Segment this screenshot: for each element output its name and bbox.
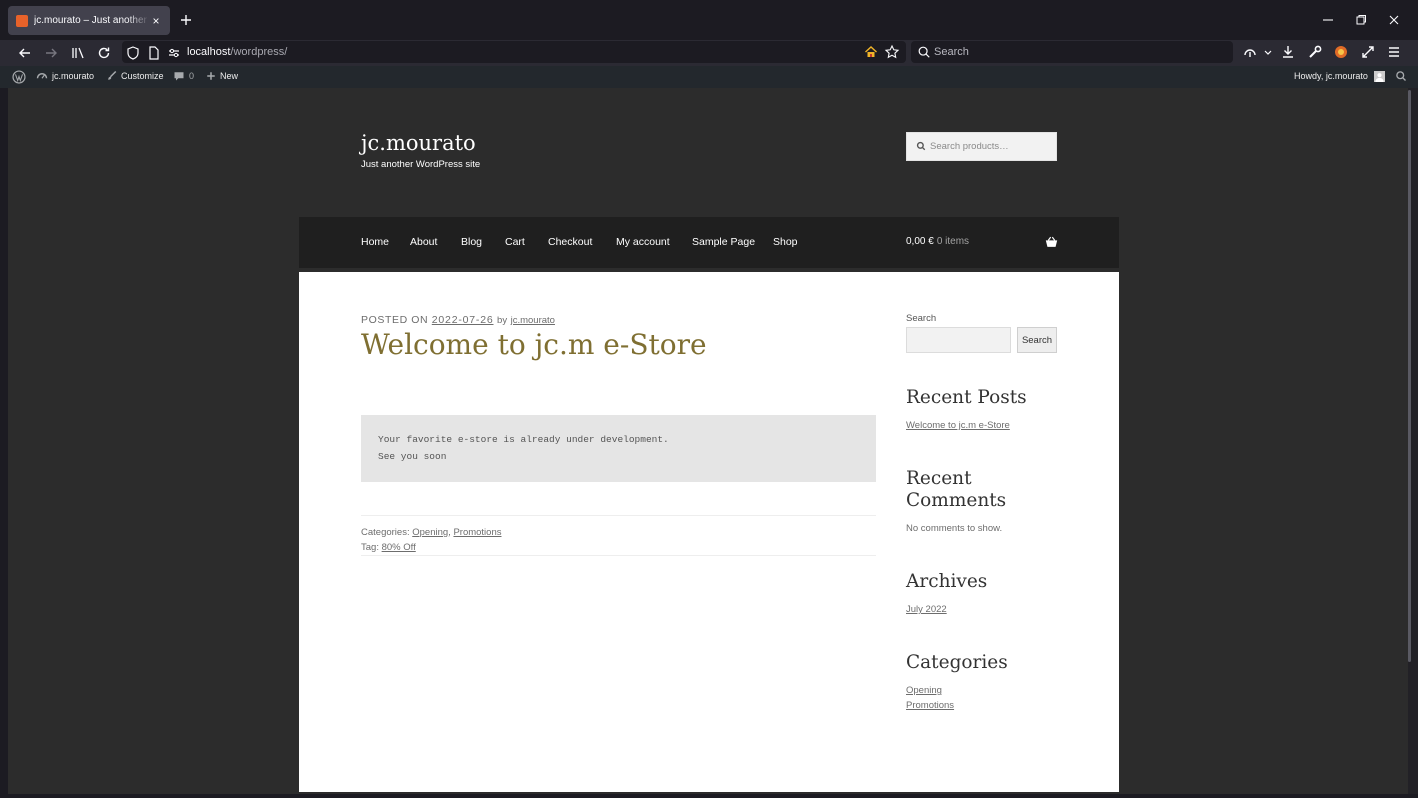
header-cart-link[interactable]: 0,00 €0 items (906, 236, 969, 247)
recent-post-link[interactable]: Welcome to jc.m e-Store (906, 420, 1010, 431)
menu-item-sample-page[interactable]: Sample Page (692, 236, 755, 248)
admin-howdy-user[interactable]: Howdy, jc.mourato (1294, 71, 1368, 81)
tab-close-icon[interactable]: × (150, 15, 162, 27)
sync-account-icon[interactable] (1242, 44, 1258, 60)
site-favicon-icon (16, 14, 28, 27)
fullscreen-icon[interactable] (1360, 44, 1376, 60)
post-by-label: by (497, 315, 508, 326)
post-author-link[interactable]: jc.mourato (511, 315, 555, 326)
home-icon[interactable] (863, 44, 879, 60)
cart-count: 0 items (936, 236, 970, 247)
tracking-shield-icon[interactable] (125, 45, 141, 61)
category-link[interactable]: Promotions (453, 527, 501, 538)
post-title[interactable]: Welcome to jc.m e-Store (361, 328, 707, 361)
tag-link[interactable]: 80% Off (382, 542, 416, 553)
reload-icon[interactable] (96, 45, 112, 61)
admin-customize-link[interactable]: Customize (121, 71, 164, 81)
admin-search-icon[interactable] (1395, 70, 1408, 83)
close-window-icon[interactable] (1386, 12, 1402, 28)
cart-amount: 0,00 € (906, 236, 934, 247)
url-text: localhost/wordpress/ (187, 46, 288, 58)
sidebar-search-input[interactable] (906, 327, 1011, 353)
menu-item-cart[interactable]: Cart (505, 236, 525, 248)
divider (361, 555, 876, 556)
post-code-block (361, 415, 876, 482)
browser-search-placeholder: Search (934, 46, 969, 58)
browser-tab-active[interactable]: jc.mourato – Just another WordPress site… (8, 6, 170, 35)
customize-brush-icon (106, 70, 119, 83)
product-search-placeholder: Search products… (930, 141, 1009, 152)
menu-item-home[interactable]: Home (361, 236, 389, 248)
dashboard-icon (36, 70, 49, 83)
menu-item-shop[interactable]: Shop (773, 236, 798, 248)
search-icon (917, 45, 933, 61)
categories-label: Categories: (361, 527, 410, 538)
no-comments-text: No comments to show. (906, 523, 1003, 534)
posted-on-label: POSTED ON (361, 314, 429, 326)
admin-site-name[interactable]: jc.mourato (52, 71, 94, 81)
restore-window-icon[interactable] (1353, 12, 1369, 28)
new-tab-icon[interactable] (178, 12, 194, 28)
archives-title: Archives (906, 571, 988, 592)
minimize-window-icon[interactable] (1320, 12, 1336, 28)
back-arrow-icon[interactable] (17, 45, 33, 61)
category-link[interactable]: Opening (412, 527, 448, 538)
post-date-link[interactable]: 2022-07-26 (432, 314, 494, 326)
menu-item-checkout[interactable]: Checkout (548, 236, 592, 248)
product-search-icon (916, 141, 928, 153)
archive-month-link[interactable]: July 2022 (906, 604, 947, 615)
comment-bubble-icon (173, 70, 186, 83)
sidebar-category-link[interactable]: Opening (906, 685, 942, 696)
menu-item-blog[interactable]: Blog (461, 236, 482, 248)
code-line: See you soon (378, 451, 447, 462)
scrollbar-thumb[interactable] (1408, 90, 1411, 662)
plus-icon (205, 70, 218, 83)
forward-arrow-icon[interactable] (43, 45, 59, 61)
menu-item-my-account[interactable]: My account (616, 236, 670, 248)
recent-posts-title: Recent Posts (906, 387, 1027, 408)
tab-title: jc.mourato – Just another WordPress site (34, 15, 150, 26)
browser-tab-bar (0, 0, 1418, 40)
code-line: Your favorite e-store is already under d… (378, 434, 669, 445)
admin-new-link[interactable]: New (220, 71, 238, 81)
site-tagline: Just another WordPress site (361, 159, 481, 170)
tag-label: Tag: (361, 542, 379, 553)
post-categories: Categories: Opening, Promotions (361, 527, 502, 538)
divider (361, 515, 876, 516)
wordpress-logo-icon[interactable] (12, 70, 26, 84)
admin-comments-count[interactable]: 0 (189, 71, 194, 81)
site-title[interactable]: jc.mourato (361, 131, 476, 155)
chevron-down-icon[interactable] (1262, 45, 1278, 61)
downloads-icon[interactable] (1280, 44, 1296, 60)
sidebar-search-label: Search (906, 313, 937, 324)
recent-comments-title: Recent Comments (906, 468, 1007, 511)
bookmark-star-icon[interactable] (884, 44, 900, 60)
categories-title: Categories (906, 652, 1008, 673)
extension-icon[interactable] (1333, 44, 1349, 60)
post-meta-posted: POSTED ON 2022-07-26 by jc.mourato (361, 314, 555, 326)
page-info-icon[interactable] (146, 45, 162, 61)
permissions-icon[interactable] (166, 45, 182, 61)
sidebar-category-link[interactable]: Promotions (906, 700, 954, 711)
post-tags: Tag: 80% Off (361, 542, 416, 553)
menu-item-about[interactable]: About (410, 236, 437, 248)
sidebar-search-button[interactable]: Search (1017, 327, 1057, 353)
hamburger-menu-icon[interactable] (1386, 44, 1402, 60)
user-avatar-icon[interactable] (1374, 71, 1387, 84)
wrench-icon[interactable] (1307, 44, 1323, 60)
library-icon[interactable] (70, 45, 86, 61)
shopping-basket-icon[interactable] (1045, 236, 1058, 248)
